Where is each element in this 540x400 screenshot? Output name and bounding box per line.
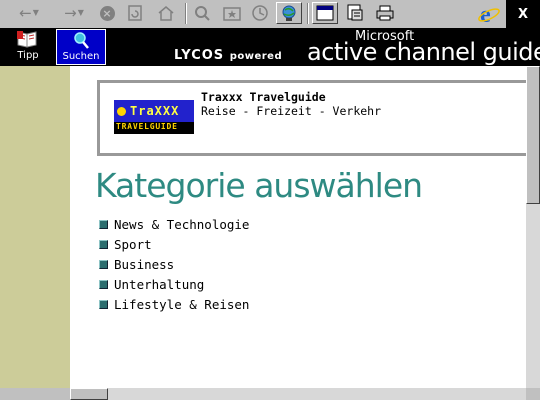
category-item[interactable]: Business bbox=[99, 254, 249, 274]
search-icon bbox=[195, 6, 210, 21]
mail-button[interactable] bbox=[342, 2, 368, 24]
bullet-icon bbox=[99, 239, 108, 249]
browser-toolbar: ← ▼ → ▼ × e X bbox=[0, 0, 540, 29]
tipp-label: Tipp bbox=[17, 50, 39, 61]
close-icon: X bbox=[517, 6, 529, 22]
back-button[interactable]: ← ▼ bbox=[14, 2, 44, 24]
category-label[interactable]: News & Technologie bbox=[114, 217, 249, 232]
search-icon bbox=[74, 32, 89, 49]
stop-button[interactable]: × bbox=[96, 2, 118, 24]
vertical-scroll-thumb[interactable] bbox=[526, 66, 540, 204]
toolbar-separator bbox=[185, 3, 187, 24]
scrollbar-filler bbox=[0, 388, 70, 400]
history-icon bbox=[252, 5, 268, 21]
forward-button[interactable]: → ▼ bbox=[58, 2, 90, 24]
toolbar-separator bbox=[307, 3, 309, 24]
horizontal-scrollbar[interactable] bbox=[70, 388, 526, 400]
suchen-button[interactable]: Suchen bbox=[56, 29, 106, 65]
suchen-label: Suchen bbox=[62, 51, 100, 62]
channels-icon bbox=[282, 5, 296, 21]
bullet-icon bbox=[99, 279, 108, 289]
refresh-button[interactable] bbox=[123, 2, 147, 24]
mail-icon bbox=[347, 4, 363, 21]
book-icon bbox=[17, 31, 37, 48]
chevron-down-icon: ▼ bbox=[32, 8, 39, 17]
channel-description: Reise - Freizeit - Verkehr bbox=[201, 104, 382, 118]
scrollbar-corner bbox=[526, 388, 540, 400]
category-label[interactable]: Business bbox=[114, 257, 174, 272]
forward-arrow-icon: → bbox=[64, 3, 77, 22]
search-button[interactable] bbox=[190, 2, 214, 24]
category-item[interactable]: News & Technologie bbox=[99, 214, 249, 234]
left-sidebar bbox=[0, 66, 70, 388]
favorites-button[interactable] bbox=[219, 2, 245, 24]
category-list: News & Technologie Sport Business Unterh… bbox=[99, 214, 249, 314]
channel-preview[interactable]: TraXXX TRAVELGUIDE Traxxx Travelguide Re… bbox=[97, 80, 526, 156]
category-label[interactable]: Sport bbox=[114, 237, 152, 252]
category-label[interactable]: Unterhaltung bbox=[114, 277, 204, 292]
active-channel-guide-title: active channel guide bbox=[307, 38, 540, 66]
category-item[interactable]: Sport bbox=[99, 234, 249, 254]
print-icon bbox=[376, 5, 394, 21]
history-button[interactable] bbox=[248, 2, 272, 24]
fullscreen-button[interactable] bbox=[312, 2, 338, 24]
channel-title[interactable]: Traxxx Travelguide bbox=[201, 90, 326, 104]
tipp-button[interactable]: Tipp bbox=[3, 29, 53, 65]
refresh-icon bbox=[128, 5, 142, 21]
category-label[interactable]: Lifestyle & Reisen bbox=[114, 297, 249, 312]
logo-subtitle: TRAVELGUIDE bbox=[116, 122, 178, 131]
print-button[interactable] bbox=[372, 2, 398, 24]
bullet-icon bbox=[99, 259, 108, 269]
channels-button[interactable] bbox=[276, 2, 302, 24]
close-button[interactable]: X bbox=[506, 0, 540, 28]
category-item[interactable]: Unterhaltung bbox=[99, 274, 249, 294]
home-icon bbox=[158, 6, 174, 21]
chevron-down-icon: ▼ bbox=[77, 8, 84, 17]
horizontal-scroll-thumb[interactable] bbox=[70, 388, 108, 400]
logo-name: TraXXX bbox=[130, 104, 180, 118]
bullet-icon bbox=[99, 219, 108, 229]
favorites-icon bbox=[223, 7, 241, 21]
bullet-icon bbox=[99, 299, 108, 309]
ie-logo-icon: e bbox=[474, 0, 504, 28]
back-arrow-icon: ← bbox=[19, 3, 32, 22]
main-content: TraXXX TRAVELGUIDE Traxxx Travelguide Re… bbox=[70, 66, 526, 388]
stop-icon: × bbox=[99, 5, 115, 21]
home-button[interactable] bbox=[153, 2, 179, 24]
page-title: Kategorie auswählen bbox=[95, 166, 423, 205]
vertical-scrollbar[interactable] bbox=[526, 66, 540, 388]
fullscreen-icon bbox=[316, 5, 334, 21]
category-item[interactable]: Lifestyle & Reisen bbox=[99, 294, 249, 314]
lycos-logo: LYCOS powered bbox=[174, 48, 283, 63]
traxxx-logo[interactable]: TraXXX TRAVELGUIDE bbox=[114, 100, 194, 134]
sun-icon bbox=[117, 106, 126, 116]
